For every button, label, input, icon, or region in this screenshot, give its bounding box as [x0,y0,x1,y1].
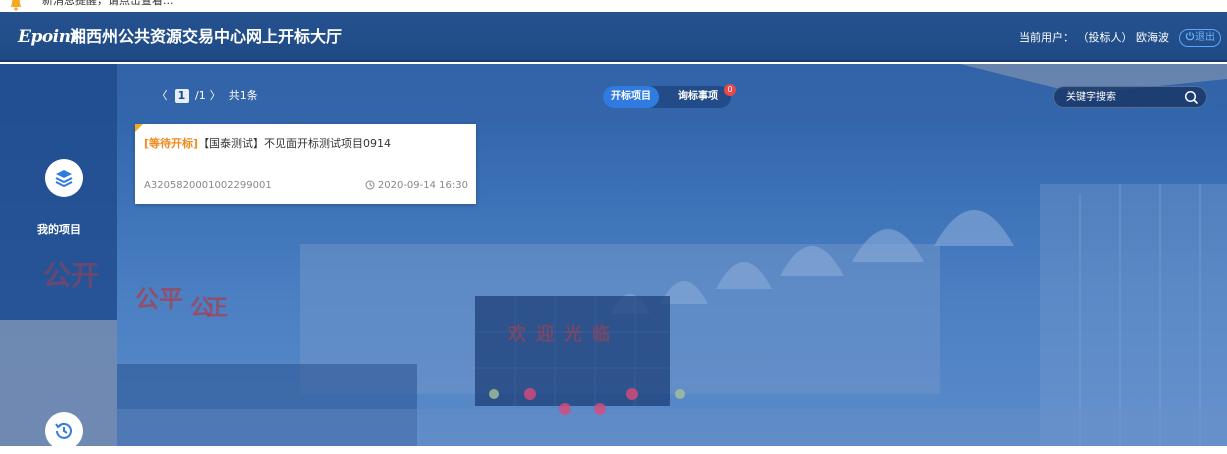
header: Epoint 湘西州公共资源交易中心网上开标大厅 当前用户： （投标人） 欧海波… [0,12,1227,62]
search-input[interactable] [1064,88,1176,106]
clock-icon [365,180,375,190]
project-time: 2020-09-14 16:30 [365,179,468,193]
power-icon [1185,31,1195,41]
user-label: 当前用户： [1019,31,1074,44]
pagination: 〈 1 /1 〉 共1条 [156,88,258,104]
wall-slogan-open: 公开 [43,259,100,292]
card-corner-marker [135,124,143,132]
sidebar-item-history[interactable] [45,412,83,450]
project-code: A3205820001002299001 [144,180,272,191]
history-icon [55,422,72,439]
project-status: [等待开标] [144,137,199,150]
user-name: 欧海波 [1136,31,1169,44]
sidebar-item-my-projects[interactable] [45,159,83,197]
wall-slogan-just: 公正 [190,295,228,321]
current-user: 当前用户： （投标人） 欧海波 [1019,30,1169,46]
project-card[interactable]: [等待开标]【国泰测试】不见面开标测试项目0914 A3205820001002… [135,124,476,204]
prev-page-button[interactable]: 〈 [156,88,168,104]
notice-text[interactable]: 新消息提醒，请点击查看... [42,0,174,8]
project-time-value: 2020-09-14 16:30 [377,180,468,191]
tab-bar: 开标项目 询标事项 [603,86,731,108]
next-page-button[interactable]: 〉 [209,88,221,104]
logout-label: 退出 [1195,32,1215,43]
hall-scene [0,64,1227,446]
search-box [1053,86,1207,108]
hall-background: 公平 公正 欢迎光临 [0,64,1227,446]
sidebar: 我的项目 公开 [0,64,117,450]
sidebar-item-label[interactable]: 我的项目 [37,221,81,237]
record-count: 共1条 [228,89,258,102]
tab-bid-opening-projects[interactable]: 开标项目 [603,86,659,108]
project-name: 【国泰测试】不见面开标测试项目0914 [198,137,392,150]
tab-bid-inquiries[interactable]: 询标事项 [669,86,727,108]
video-wall-welcome: 欢迎光临 [508,324,620,345]
total-pages: /1 [195,89,206,102]
search-icon[interactable] [1184,90,1199,105]
wall-slogan-fair: 公平 [135,284,183,313]
user-role: （投标人） [1077,31,1133,44]
notice-bar[interactable]: 新消息提醒，请点击查看... [0,0,1227,12]
project-title[interactable]: [等待开标]【国泰测试】不见面开标测试项目0914 [144,136,391,152]
epoint-logo: Epoint [18,27,78,47]
inquiry-count-badge: 0 [724,84,736,96]
current-page[interactable]: 1 [174,89,189,103]
layers-icon [55,170,73,188]
logout-button[interactable]: 退出 [1179,29,1221,47]
bell-icon [11,0,21,11]
site-title: 湘西州公共资源交易中心网上开标大厅 [70,27,343,46]
